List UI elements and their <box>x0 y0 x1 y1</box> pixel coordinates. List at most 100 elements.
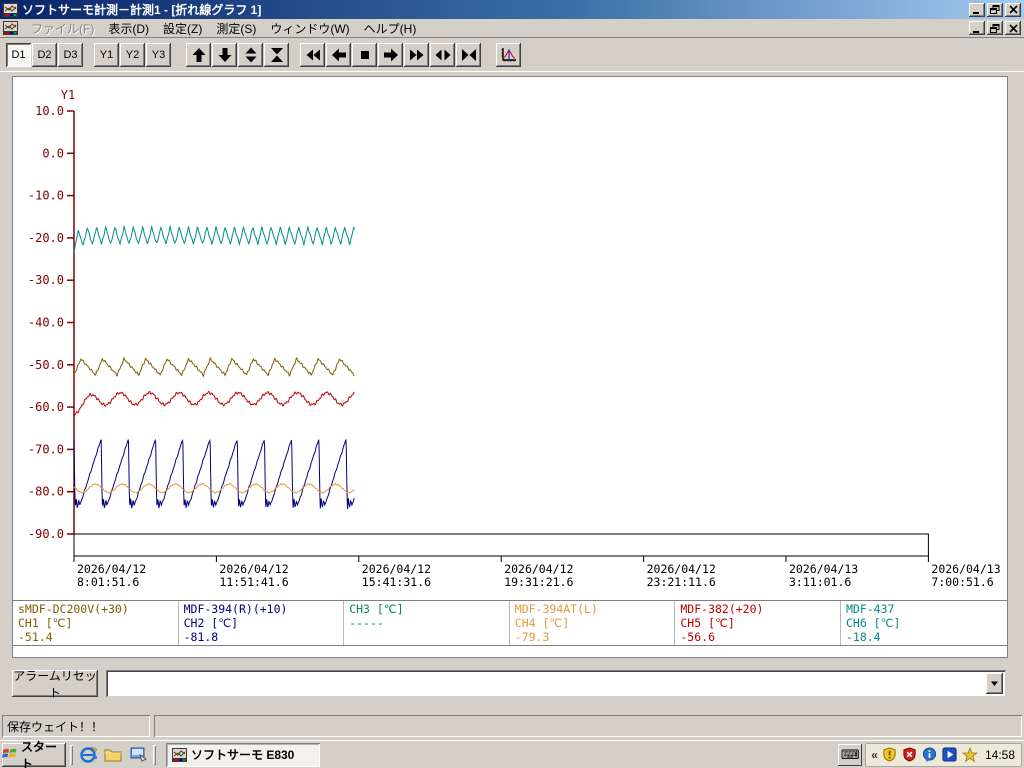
menu-bar: ファイル(F) 表示(D) 設定(Z) 測定(S) ウィンドウ(W) ヘルプ(H) <box>0 19 1024 38</box>
taskbar: スタート ソフトサーモ E830 ⌨ « 14:58 <box>0 740 1024 768</box>
legend-title: MDF-382(+20) <box>680 602 764 616</box>
series-line-ch2 <box>73 438 355 509</box>
legend-cell-ch1: sMDF-DC200V(+30) CH1 [℃] -51.4 <box>13 601 179 645</box>
legend-cell-ch4: MDF-394AT(L) CH4 [℃] -79.3 <box>510 601 676 645</box>
tray-play-badge-icon[interactable] <box>942 747 958 763</box>
axis-select-button-y1[interactable]: Y1 <box>94 43 119 67</box>
menu-item-1[interactable]: 表示(D) <box>101 18 156 39</box>
y-tick-label: -70.0 <box>28 442 64 456</box>
start-button[interactable]: スタート <box>2 740 66 768</box>
status-bar: 保存ウェイト！！ <box>0 712 1024 740</box>
axis-select-button-y2[interactable]: Y2 <box>120 43 145 67</box>
expand-vertical-button[interactable] <box>238 43 263 67</box>
legend-value: ----- <box>349 616 384 630</box>
y-tick-label: -80.0 <box>28 485 64 499</box>
y-tick-label: -90.0 <box>28 527 64 541</box>
chevron-down-icon <box>991 681 998 686</box>
menu-item-2[interactable]: 設定(Z) <box>156 18 209 39</box>
child-window-minimize-button[interactable] <box>969 21 985 35</box>
series-line-ch1 <box>73 356 355 378</box>
arrow-down-button[interactable] <box>212 43 237 67</box>
alarm-reset-button[interactable]: アラームリセット <box>12 669 98 700</box>
collapse-vertical-button[interactable] <box>264 43 289 67</box>
x-tick-time: 7:00:51.6 <box>931 575 993 589</box>
quicklaunch-folder-icon[interactable] <box>102 744 124 766</box>
collapse-horizontal-button[interactable] <box>456 43 481 67</box>
legend-cell-ch3: CH3 [℃] ----- <box>344 601 510 645</box>
alarm-combo-input[interactable] <box>110 673 986 694</box>
legend-value: -81.8 <box>183 630 219 644</box>
series-line-ch5 <box>74 390 355 416</box>
menu-item-4[interactable]: ウィンドウ(W) <box>263 18 356 39</box>
child-window-close-button[interactable] <box>1005 21 1021 35</box>
x-tick-date: 2026/04/12 <box>647 562 716 576</box>
legend-cell-ch5: MDF-382(+20) CH5 [℃] -56.6 <box>675 601 841 645</box>
child-window-restore-button[interactable] <box>987 21 1003 35</box>
task-label: ソフトサーモ E830 <box>191 748 295 762</box>
line-chart: Y1 10.0 0.0 -10.0 -20.0 -30.0 -40.0 -50.0 -60.0 -… <box>28 88 1001 589</box>
x-tick-time: 3:11:01.6 <box>789 575 851 589</box>
tray-star-icon[interactable] <box>961 746 978 763</box>
y-tick-label: 0.0 <box>42 146 64 160</box>
tray-shield-yellow-icon[interactable] <box>882 747 898 763</box>
x-tick-date: 2026/04/12 <box>77 562 146 576</box>
taskbar-gripper <box>153 745 156 765</box>
legend-channel-label: CH5 [℃] <box>680 616 735 630</box>
legend-channel-label: CH2 [℃] <box>183 616 239 630</box>
quicklaunch-ie-icon[interactable] <box>77 744 99 766</box>
x-tick-time: 15:41:31.6 <box>362 575 431 589</box>
legend-channel-label: CH4 [℃] <box>514 616 570 630</box>
arrow-up-button[interactable] <box>186 43 211 67</box>
y-tick-label: -30.0 <box>28 273 64 287</box>
tray-chevron[interactable]: « <box>871 748 878 762</box>
window-close-button[interactable] <box>1005 2 1021 17</box>
start-label: スタート <box>21 739 58 768</box>
axis-select-button-y3[interactable]: Y3 <box>146 43 171 67</box>
toolbar: D1 D2 D3 Y1 Y2 Y3 <box>0 39 1024 72</box>
taskbar-task-button[interactable]: ソフトサーモ E830 <box>166 742 320 767</box>
keyboard-layout-icon[interactable]: ⌨ <box>838 743 863 766</box>
rewind-button[interactable] <box>300 43 325 67</box>
legend-title: MDF-437 <box>845 602 895 616</box>
data-select-button-d1[interactable]: D1 <box>6 43 31 67</box>
y-tick-label: -10.0 <box>28 189 64 203</box>
system-tray: « 14:58 <box>865 742 1022 767</box>
child-window-icon <box>2 21 18 36</box>
channel-legend: sMDF-DC200V(+30) CH1 [℃] -51.4 MDF-394(R)(+… <box>13 600 1007 646</box>
graph-tool-button[interactable] <box>496 43 521 67</box>
legend-value: -79.3 <box>514 630 550 644</box>
x-tick-time: 8:01:51.6 <box>77 575 139 589</box>
arrow-left-button[interactable] <box>326 43 351 67</box>
alarm-row: アラームリセット <box>0 664 1024 704</box>
tray-info-balloon-icon[interactable] <box>922 747 938 763</box>
legend-channel-label: CH6 [℃] <box>845 616 901 630</box>
legend-title: sMDF-DC200V(+30) <box>18 602 129 616</box>
series-line-ch6 <box>73 224 355 253</box>
y-tick-label: 10.0 <box>35 104 64 118</box>
y-tick-label: -60.0 <box>28 400 64 414</box>
menu-item-5[interactable]: ヘルプ(H) <box>357 18 424 39</box>
fast-forward-button[interactable] <box>404 43 429 67</box>
x-tick-date: 2026/04/12 <box>219 562 288 576</box>
x-tick-time: 19:31:21.6 <box>504 575 573 589</box>
combo-dropdown-button[interactable] <box>986 673 1003 694</box>
x-tick-date: 2026/04/13 <box>789 562 858 576</box>
menu-item-3[interactable]: 測定(S) <box>209 18 263 39</box>
window-minimize-button[interactable] <box>969 2 985 17</box>
quicklaunch-show-desktop-icon[interactable] <box>127 744 149 766</box>
tray-shield-red-icon[interactable] <box>902 747 918 763</box>
legend-value: -18.4 <box>845 630 881 644</box>
stop-button[interactable] <box>352 43 377 67</box>
x-tick-time: 11:51:41.6 <box>219 575 288 589</box>
arrow-right-button[interactable] <box>378 43 403 67</box>
window-title: ソフトサーモ計測－計測1 - [折れ線グラフ 1] <box>22 3 262 17</box>
data-select-button-d2[interactable]: D2 <box>32 43 57 67</box>
menu-item-0: ファイル(F) <box>31 21 95 36</box>
title-bar: ソフトサーモ計測－計測1 - [折れ線グラフ 1] <box>0 0 1024 19</box>
window-restore-button[interactable] <box>987 2 1003 17</box>
alarm-combobox[interactable] <box>106 670 1006 697</box>
expand-horizontal-button[interactable] <box>430 43 455 67</box>
data-select-button-d3[interactable]: D3 <box>58 43 83 67</box>
legend-title: MDF-394(R)(+10) <box>183 602 288 616</box>
time-range-box <box>73 533 929 557</box>
